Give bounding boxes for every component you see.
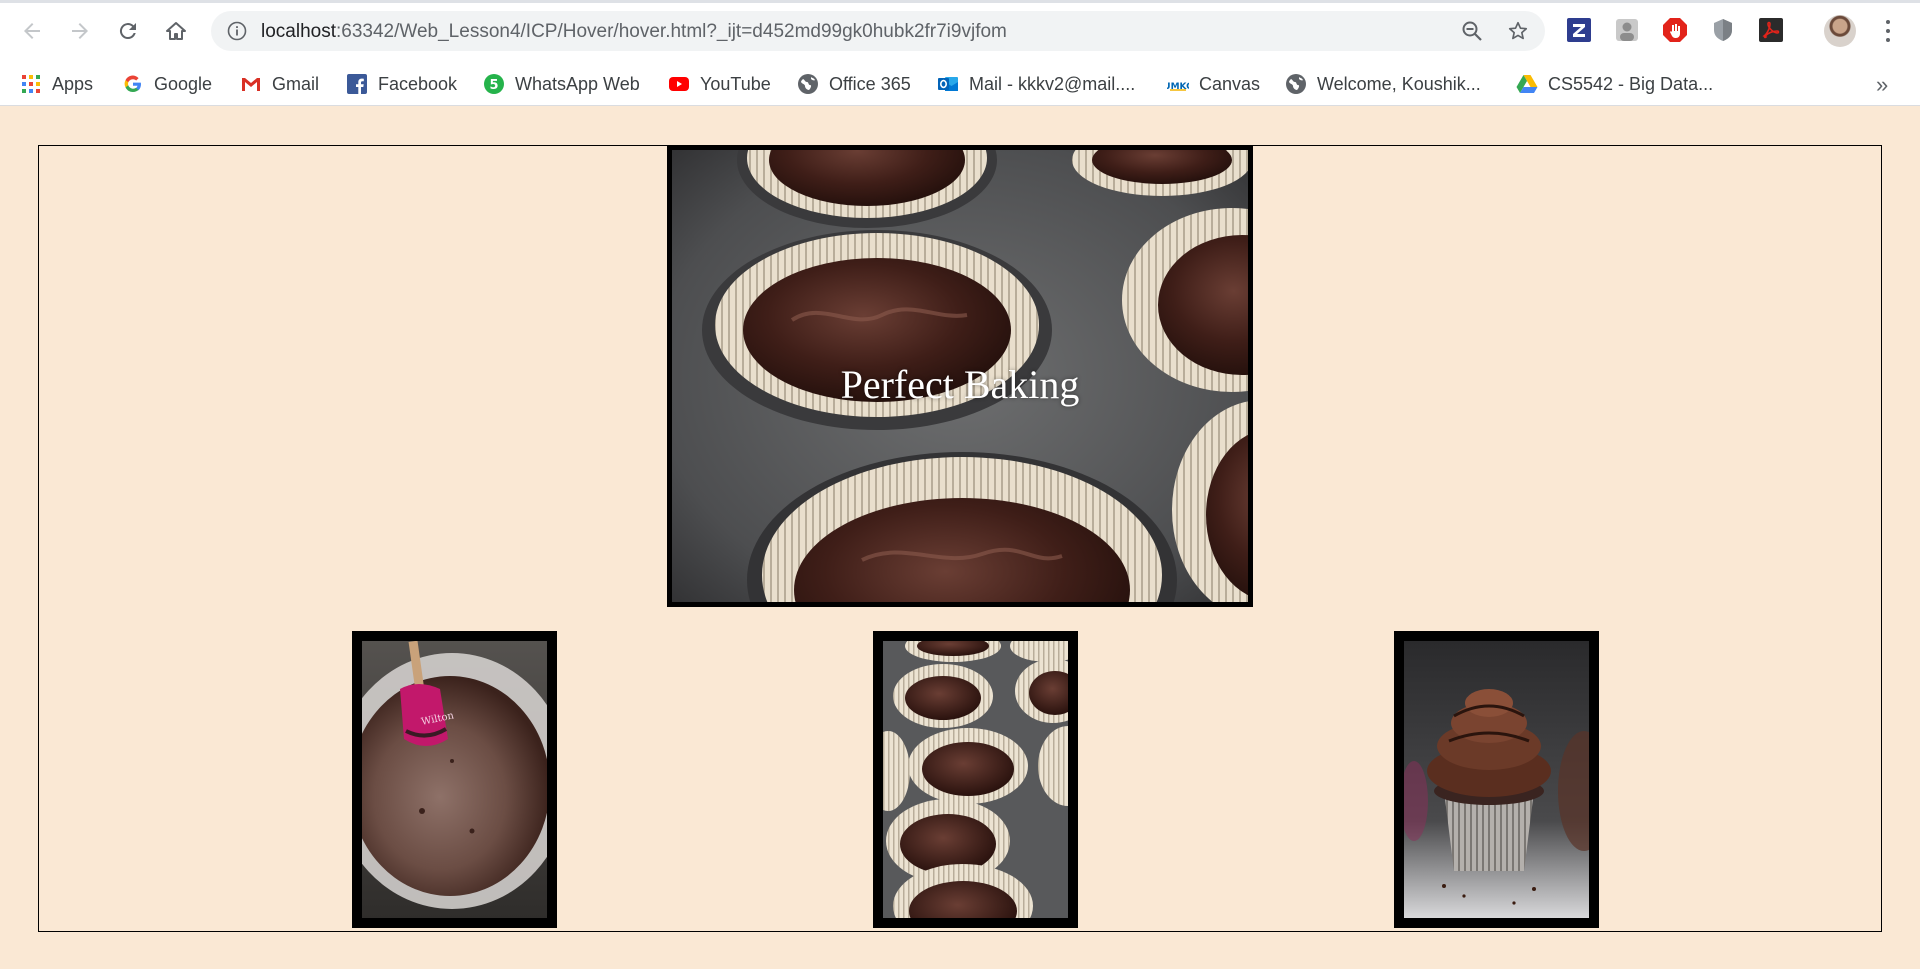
- bookmark-google[interactable]: Google: [122, 69, 212, 99]
- photo-frosted-cupcake: [1404, 641, 1589, 918]
- thumbnail-frosted-cupcake[interactable]: [1394, 631, 1599, 928]
- bookmark-whatsapp[interactable]: 5 WhatsApp Web: [483, 69, 640, 99]
- bookmarks-overflow-icon[interactable]: »: [1876, 72, 1888, 98]
- acrobat-extension-icon[interactable]: [1758, 17, 1784, 43]
- gmail-icon: [240, 73, 262, 95]
- bookmark-label: Mail - kkkv2@mail....: [969, 73, 1136, 94]
- shield-extension-icon[interactable]: [1710, 17, 1736, 43]
- url-path: :63342/Web_Lesson4/ICP/Hover/hover.html?…: [336, 21, 1007, 42]
- bookmark-facebook[interactable]: Facebook: [346, 69, 457, 99]
- umkc-icon: UMKC: [1167, 73, 1189, 95]
- back-button[interactable]: [14, 13, 50, 49]
- bookmark-label: Gmail: [272, 73, 320, 94]
- url-host: localhost: [261, 21, 336, 42]
- reload-button[interactable]: [110, 13, 146, 49]
- home-icon: [166, 22, 186, 40]
- bookmark-label: Canvas: [1199, 73, 1261, 94]
- google-drive-icon: [1516, 73, 1538, 95]
- bookmark-apps[interactable]: Apps: [20, 69, 93, 99]
- bookmark-label: WhatsApp Web: [515, 73, 640, 94]
- bookmark-youtube[interactable]: YouTube: [668, 69, 771, 99]
- tab-strip-edge: [0, 0, 1920, 3]
- back-arrow-icon: [24, 23, 40, 39]
- globe-icon: [1285, 73, 1307, 95]
- reload-icon: [119, 23, 136, 40]
- hero-caption: Perfect Baking: [840, 362, 1080, 407]
- bookmark-label: Apps: [52, 73, 94, 94]
- adblock-extension-icon[interactable]: [1662, 17, 1688, 43]
- whatsapp-icon: 5: [483, 73, 505, 95]
- google-icon: [122, 73, 144, 95]
- outlook-icon: [937, 73, 959, 95]
- bookmark-cs5542[interactable]: CS5542 - Big Data...: [1516, 69, 1713, 99]
- site-info-icon[interactable]: [227, 21, 247, 41]
- bookmark-star-icon[interactable]: [1507, 20, 1529, 42]
- zoom-icon[interactable]: [1461, 20, 1483, 42]
- bookmark-canvas[interactable]: UMKC Canvas: [1167, 69, 1260, 99]
- bookmark-office365[interactable]: Office 365: [797, 69, 911, 99]
- url-text[interactable]: localhost:63342/Web_Lesson4/ICP/Hover/ho…: [261, 21, 1007, 43]
- zotero-extension-icon[interactable]: [1566, 17, 1592, 43]
- bookmark-outlook-mail[interactable]: Mail - kkkv2@mail....: [937, 69, 1135, 99]
- globe-icon: [797, 73, 819, 95]
- thumbnail-cupcake-tin[interactable]: [873, 631, 1078, 928]
- bookmark-label: Facebook: [378, 73, 458, 94]
- bookmark-label: CS5542 - Big Data...: [1548, 73, 1714, 94]
- youtube-icon: [668, 73, 690, 95]
- apps-grid-icon: [20, 73, 42, 95]
- hero-image-frame[interactable]: Perfect Baking: [667, 145, 1253, 607]
- profile-extension-icon[interactable]: [1614, 17, 1640, 43]
- bookmark-welcome[interactable]: Welcome, Koushik...: [1285, 69, 1481, 99]
- thumbnail-batter-bowl[interactable]: Wilton: [352, 631, 557, 928]
- hero-photo-cupcake-tin: Perfect Baking: [672, 150, 1248, 602]
- forward-arrow-icon: [72, 23, 88, 39]
- svg-text:5: 5: [489, 78, 498, 93]
- bookmark-label: YouTube: [700, 73, 771, 94]
- photo-batter-bowl: Wilton: [362, 641, 547, 918]
- browser-menu-icon[interactable]: [1878, 18, 1898, 44]
- facebook-icon: [346, 73, 368, 95]
- browser-toolbar: localhost:63342/Web_Lesson4/ICP/Hover/ho…: [0, 0, 1920, 62]
- home-button[interactable]: [158, 13, 194, 49]
- bookmark-label: Google: [154, 73, 213, 94]
- address-bar[interactable]: localhost:63342/Web_Lesson4/ICP/Hover/ho…: [211, 11, 1545, 51]
- forward-button[interactable]: [62, 13, 98, 49]
- bookmarks-bar: Apps Google Gmail Facebook 5 WhatsApp We…: [0, 62, 1920, 106]
- bookmark-gmail[interactable]: Gmail: [240, 69, 319, 99]
- bookmark-label: Welcome, Koushik...: [1317, 73, 1481, 94]
- photo-cupcake-tin: [883, 641, 1068, 918]
- bookmark-label: Office 365: [829, 73, 911, 94]
- profile-avatar[interactable]: [1824, 15, 1856, 47]
